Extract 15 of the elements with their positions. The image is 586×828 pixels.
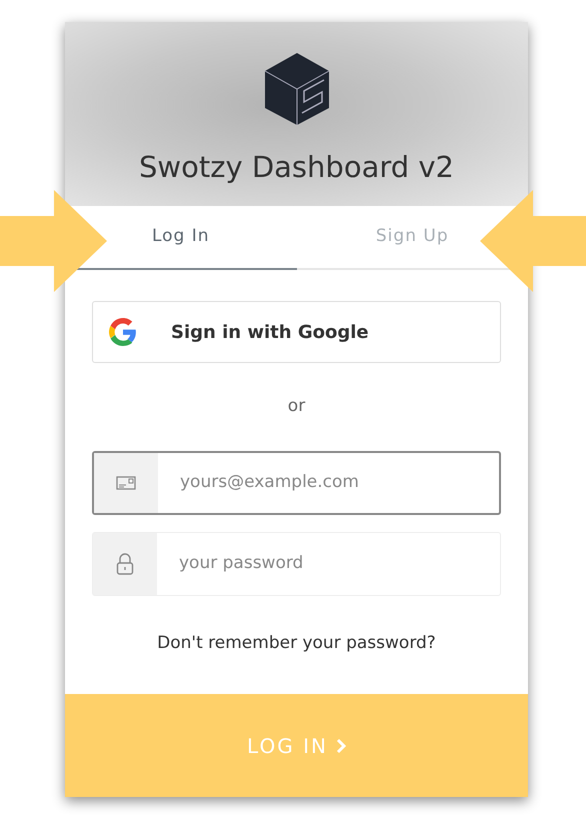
padlock-icon bbox=[116, 552, 134, 574]
envelope-icon bbox=[116, 474, 136, 490]
email-input[interactable]: yours@example.com bbox=[158, 452, 499, 512]
separator-text: or bbox=[288, 395, 306, 418]
google-sign-in-button[interactable]: Sign in with Google bbox=[92, 301, 501, 363]
pointer-arrow-icon bbox=[480, 190, 586, 293]
pointer-arrow-icon bbox=[0, 190, 108, 293]
password-input[interactable]: your password bbox=[157, 532, 500, 594]
app-title: Swotzy Dashboard v2 bbox=[138, 150, 454, 185]
chevron-right-icon bbox=[336, 738, 346, 754]
password-field[interactable]: your password bbox=[92, 532, 501, 596]
cube-logo-icon bbox=[264, 52, 330, 126]
google-g-icon bbox=[109, 318, 137, 346]
email-field[interactable]: yours@example.com bbox=[92, 450, 501, 514]
forgot-password-link[interactable]: Don't remember your password? bbox=[157, 630, 436, 656]
